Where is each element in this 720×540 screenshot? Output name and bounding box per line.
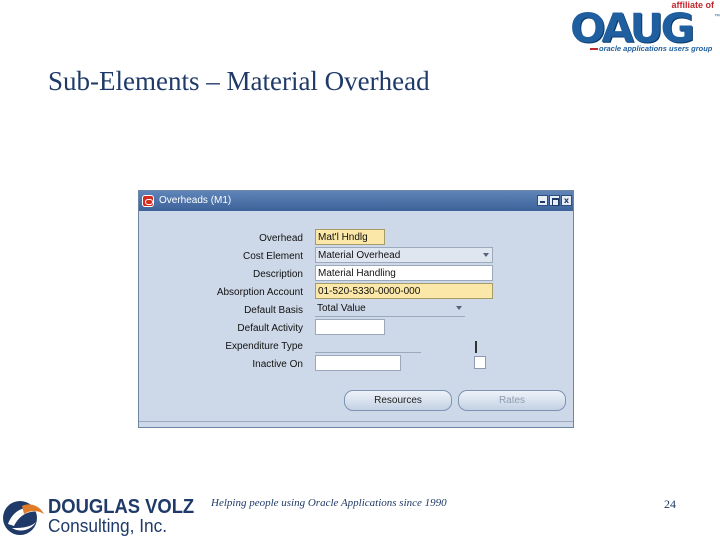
resources-button[interactable]: Resources [344,390,452,411]
oaug-trademark: ™ [714,14,720,20]
description-label: Description [252,269,303,280]
slide-title: Sub-Elements – Material Overhead [48,66,430,96]
minimize-icon[interactable] [537,195,548,206]
oaug-tagline: oracle applications users group [590,44,712,53]
overhead-field[interactable]: Mat'l Hndlg [315,229,385,245]
absorption-account-field[interactable]: 01-520-5330-0000-000 [315,283,493,299]
inactive-on-label: Inactive On [252,359,303,370]
cost-element-select[interactable]: Material Overhead [315,247,493,263]
cost-element-label: Cost Element [242,251,303,262]
default-basis-select[interactable]: Total Value [315,301,465,317]
default-activity-field[interactable] [315,319,385,335]
chevron-down-icon[interactable] [483,253,489,257]
default-basis-label: Default Basis [244,305,303,316]
close-icon[interactable]: x [561,195,572,206]
absorption-account-label: Absorption Account [216,287,303,298]
window-title: Overheads (M1) [159,195,232,206]
expenditure-type-field[interactable] [315,337,421,353]
inactive-on-field[interactable] [315,355,401,371]
default-basis-value: Total Value [317,303,366,314]
cost-element-value: Material Overhead [318,250,401,261]
window-titlebar[interactable]: Overheads (M1) x [139,191,573,211]
douglas-volz-logo: DOUGLAS VOLZ Consulting, Inc. [0,496,194,540]
text-cursor-icon [475,341,477,353]
chevron-down-icon[interactable] [456,306,462,310]
default-activity-label: Default Activity [237,323,303,334]
company-logo-icon [3,501,44,535]
inactive-checkbox[interactable] [474,356,486,369]
window-divider [139,421,573,422]
rates-button[interactable]: Rates [458,390,566,411]
overhead-label: Overhead [259,233,303,244]
footer-tagline: Helping people using Oracle Applications… [211,497,447,509]
oracle-app-icon [142,195,154,207]
oaug-logo: affiliate of OAUG ™ oracle applications … [568,0,720,58]
page-number: 24 [664,497,676,511]
maximize-icon[interactable] [549,195,560,206]
expenditure-type-label: Expenditure Type [225,341,303,352]
company-name-line2: Consulting, Inc. [48,516,168,536]
description-field[interactable]: Material Handling [315,265,493,281]
overheads-window: Overheads (M1) x Overhead Mat'l Hndlg Co… [138,190,574,428]
